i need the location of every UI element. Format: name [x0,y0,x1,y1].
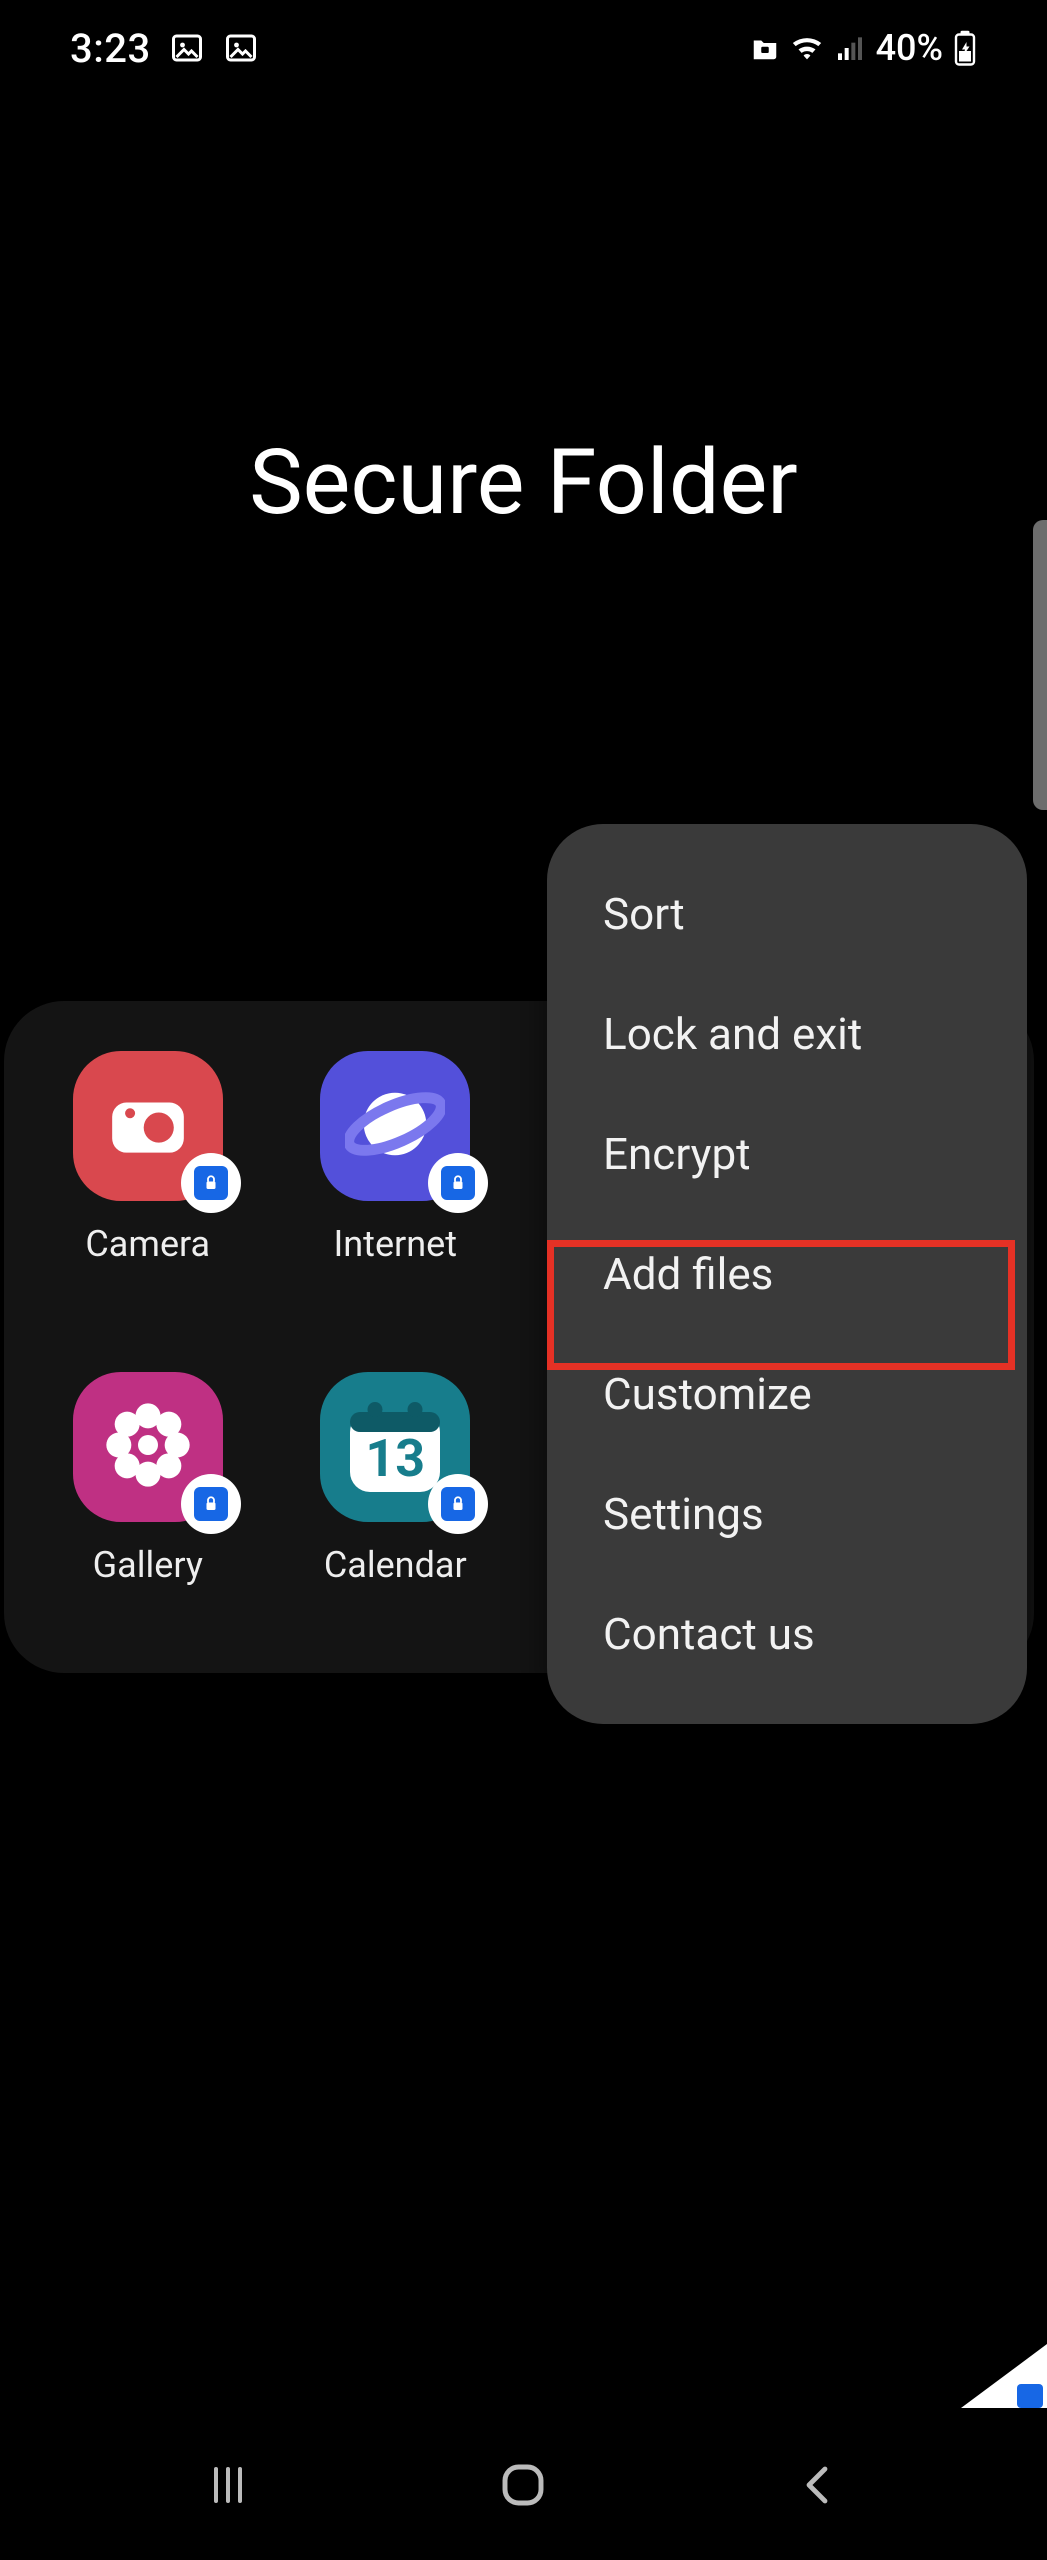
battery-icon [953,30,977,66]
nav-recents-button[interactable] [188,2445,268,2525]
app-internet[interactable]: Internet [272,1051,520,1312]
app-calendar[interactable]: 13 Calendar [272,1372,520,1633]
calendar-day: 13 [365,1428,425,1489]
secure-badge-icon [181,1153,241,1213]
menu-item-add-files[interactable]: Add files [547,1214,1027,1334]
secure-folder-status-icon [750,33,780,63]
app-label: Camera [85,1223,210,1265]
planet-icon [345,1074,445,1178]
menu-item-encrypt[interactable]: Encrypt [547,1094,1027,1214]
nav-back-button[interactable] [779,2445,859,2525]
menu-item-contact-us[interactable]: Contact us [547,1574,1027,1694]
image-icon [169,30,205,66]
app-label: Gallery [93,1544,203,1586]
secure-badge-icon [428,1153,488,1213]
image-icon [223,30,259,66]
battery-text: 40% [876,27,943,69]
camera-icon [105,1081,191,1171]
menu-item-customize[interactable]: Customize [547,1334,1027,1454]
navigation-bar [0,2410,1047,2560]
menu-item-sort[interactable]: Sort [547,854,1027,974]
scrollbar[interactable] [1033,520,1047,810]
app-label: Internet [334,1223,458,1265]
flower-icon [98,1395,198,1499]
menu-item-settings[interactable]: Settings [547,1454,1027,1574]
secure-badge-icon [428,1474,488,1534]
secure-badge-icon [181,1474,241,1534]
status-bar-left: 3:23 [70,25,259,72]
status-bar: 3:23 40% [0,0,1047,96]
signal-icon [834,32,866,64]
status-bar-right: 40% [750,27,977,69]
app-camera[interactable]: Camera [24,1051,272,1312]
page-title: Secure Folder [0,430,1047,535]
wifi-icon [790,31,824,65]
corner-peel-badge-icon [1017,2384,1043,2408]
menu-item-lock-exit[interactable]: Lock and exit [547,974,1027,1094]
app-label: Calendar [324,1544,467,1586]
status-clock: 3:23 [70,25,151,72]
app-gallery[interactable]: Gallery [24,1372,272,1633]
nav-home-button[interactable] [483,2445,563,2525]
overflow-menu: Sort Lock and exit Encrypt Add files Cus… [547,824,1027,1724]
